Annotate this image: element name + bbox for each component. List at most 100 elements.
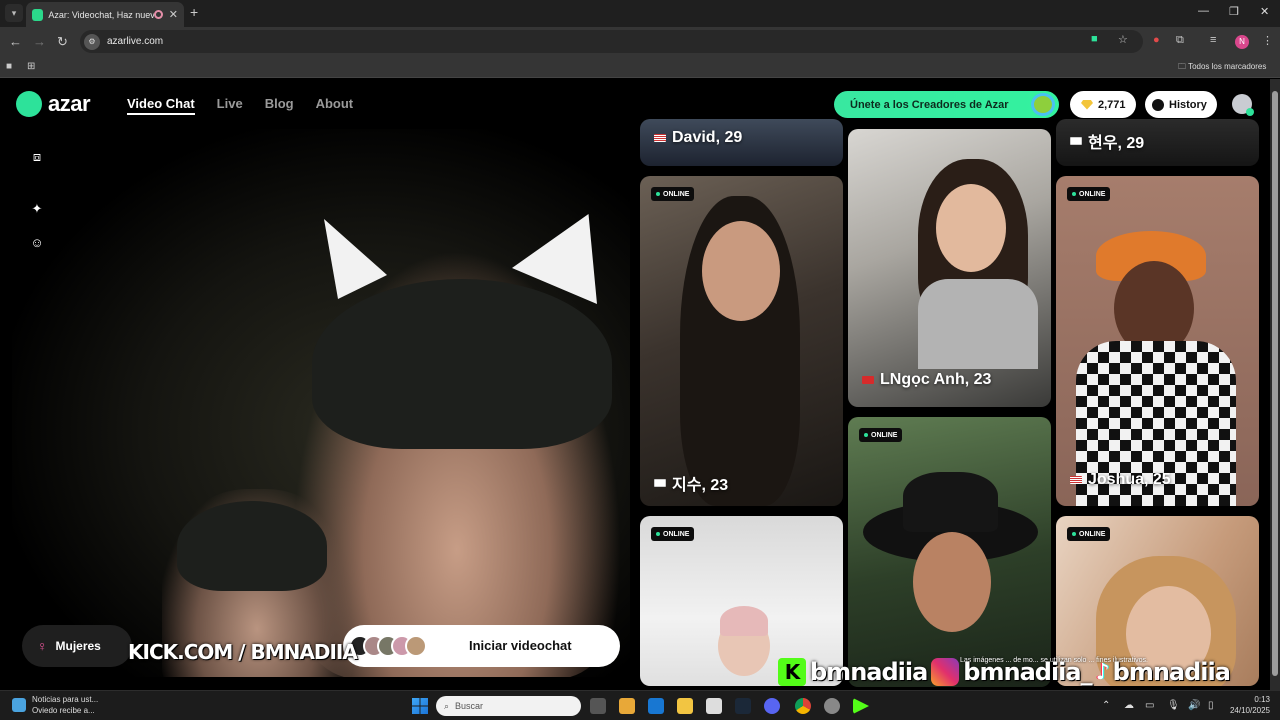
azar-logo[interactable]: azar	[16, 91, 91, 117]
site-info-icon[interactable]: ⚙	[84, 33, 100, 50]
start-videochat-label: Iniciar videochat	[469, 638, 572, 653]
store-icon[interactable]	[619, 698, 635, 714]
tray-chevron-icon[interactable]: ⌃	[1102, 700, 1110, 711]
task-view-icon[interactable]	[590, 698, 606, 714]
profile-grid: David, 29 ONLINE 지수, 23 ONLINE LNgọc Anh…	[640, 119, 1262, 689]
online-label: ONLINE	[663, 530, 690, 538]
gender-filter-button[interactable]: ♀ Mujeres	[22, 625, 132, 667]
system-clock[interactable]: 0:13 24/10/2025	[1226, 694, 1270, 716]
profile-face	[913, 532, 991, 632]
bookmark-star-icon[interactable]: ☆	[1118, 33, 1128, 46]
gem-icon	[1081, 99, 1093, 110]
kick-logo-icon: K	[778, 658, 806, 686]
news-line-1: Noticias para ust...	[32, 695, 99, 704]
steam-icon[interactable]	[735, 698, 751, 714]
webcam-cap	[312, 279, 612, 449]
user-avatar-button[interactable]	[1232, 94, 1254, 116]
microphone-icon[interactable]: 🎙	[1167, 700, 1180, 711]
nav-about[interactable]: About	[316, 96, 354, 115]
news-text: Noticias para ust... Oviedo recibe a...	[32, 694, 98, 716]
online-label: ONLINE	[1079, 530, 1106, 538]
creators-badge-icon	[1031, 93, 1055, 116]
join-creators-button[interactable]: Únete a los Creadores de Azar	[834, 91, 1059, 118]
kr-flag-icon	[654, 479, 666, 487]
online-label: ONLINE	[871, 431, 898, 439]
all-bookmarks-label: Todos los marcadores	[1188, 62, 1267, 71]
network-icon[interactable]: ▭	[1145, 700, 1154, 711]
face-filter-icon[interactable]: ☺	[30, 236, 44, 250]
windows-start-icon[interactable]	[412, 698, 428, 714]
extension-red-icon[interactable]: ●	[1153, 34, 1160, 46]
profile-face	[936, 184, 1006, 272]
azar-favicon-icon	[32, 8, 44, 21]
effects-sparkle-icon[interactable]: ✦	[30, 202, 44, 216]
profile-card[interactable]: David, 29	[640, 119, 843, 166]
profile-name-row: 지수, 23	[654, 471, 728, 495]
onedrive-icon[interactable]: ☁	[1124, 700, 1134, 711]
bookmark-square-icon[interactable]: ■	[6, 61, 12, 72]
hat-crown	[903, 472, 998, 532]
volume-icon[interactable]: 🔊	[1188, 700, 1200, 711]
start-videochat-button[interactable]: Iniciar videochat	[343, 625, 620, 667]
omnibox[interactable]: ⚙ azarlive.com	[80, 30, 1143, 53]
profile-name: 지수, 23	[672, 477, 729, 494]
close-window-button[interactable]: ✕	[1260, 5, 1269, 18]
reload-button[interactable]: ↻	[57, 34, 68, 50]
snipping-tool-icon[interactable]	[706, 698, 722, 714]
nav-live[interactable]: Live	[217, 96, 243, 115]
forward-button[interactable]: →	[33, 34, 46, 49]
kick-overlay-text: KICK.COM / BMNADIIA	[128, 640, 358, 664]
kick-app-icon[interactable]	[853, 698, 869, 714]
fullscreen-icon[interactable]: ⧈	[30, 150, 44, 164]
tab-search-button[interactable]: ▾	[5, 4, 23, 22]
user-thumb	[405, 635, 427, 657]
file-explorer-icon[interactable]	[677, 698, 693, 714]
obs-icon[interactable]	[824, 698, 840, 714]
restore-button[interactable]: ❐	[1229, 5, 1239, 18]
history-button[interactable]: History	[1145, 91, 1217, 118]
news-line-2: Oviedo recibe a...	[32, 706, 95, 715]
apps-grid-icon[interactable]: ⊞	[27, 61, 35, 72]
azar-page: azar Video Chat Live Blog About Únete a …	[0, 79, 1280, 690]
nav-video-chat[interactable]: Video Chat	[127, 96, 195, 115]
tab-close-icon[interactable]: ✕	[169, 8, 178, 21]
profile-avatar[interactable]: N	[1235, 35, 1249, 49]
extensions-puzzle-icon[interactable]: ⧉	[1176, 34, 1184, 47]
browser-tab-active[interactable]: Azar: Videochat, Haz nuevo ✕	[26, 2, 184, 27]
kick-handle: bmnadiia	[810, 658, 928, 686]
profile-card[interactable]: ONLINE Joshua, 25	[1056, 176, 1259, 506]
battery-icon[interactable]: ▯	[1208, 700, 1214, 711]
all-bookmarks-link[interactable]: 🗀 Todos los marcadores	[1178, 61, 1266, 75]
chrome-menu-icon[interactable]: ⋮	[1262, 34, 1273, 47]
profile-card[interactable]: LNgọc Anh, 23	[848, 129, 1051, 407]
minimize-button[interactable]: —	[1198, 5, 1209, 17]
new-tab-button[interactable]: +	[190, 4, 198, 20]
beanie	[720, 606, 768, 636]
news-widget[interactable]: Noticias para ust... Oviedo recibe a...	[12, 694, 98, 716]
extension-icon[interactable]: ■	[1091, 33, 1098, 45]
stream-overlay-kick: KICK.COM / BMNADIIA	[128, 639, 358, 665]
clock-date: 24/10/2025	[1229, 706, 1270, 715]
profile-card[interactable]: ONLINE	[848, 417, 1051, 687]
profile-shirt	[918, 279, 1038, 369]
chrome-icon[interactable]	[795, 698, 811, 714]
page-scrollbar[interactable]	[1270, 79, 1280, 690]
nav-blog[interactable]: Blog	[265, 96, 294, 115]
discord-icon[interactable]	[764, 698, 780, 714]
profile-card[interactable]: ONLINE 지수, 23	[640, 176, 843, 506]
profile-card[interactable]: 현우, 29	[1056, 119, 1259, 166]
online-label: ONLINE	[663, 190, 690, 198]
taskbar-search[interactable]: ⌕ Buscar	[436, 696, 581, 716]
media-control-icon[interactable]: ≡	[1210, 34, 1216, 46]
online-badge: ONLINE	[651, 187, 695, 201]
logo-text: azar	[48, 91, 91, 116]
outlook-icon[interactable]	[648, 698, 664, 714]
online-badge: ONLINE	[1067, 187, 1111, 201]
back-button[interactable]: ←	[9, 34, 22, 49]
scrollbar-thumb[interactable]	[1272, 91, 1278, 676]
online-badge: ONLINE	[1067, 527, 1111, 541]
tab-title: Azar: Videochat, Haz nuevo	[48, 9, 155, 20]
profile-name: Joshua, 25	[1088, 471, 1171, 488]
gems-button[interactable]: 2,771	[1070, 91, 1136, 118]
camera-preview	[12, 129, 630, 677]
